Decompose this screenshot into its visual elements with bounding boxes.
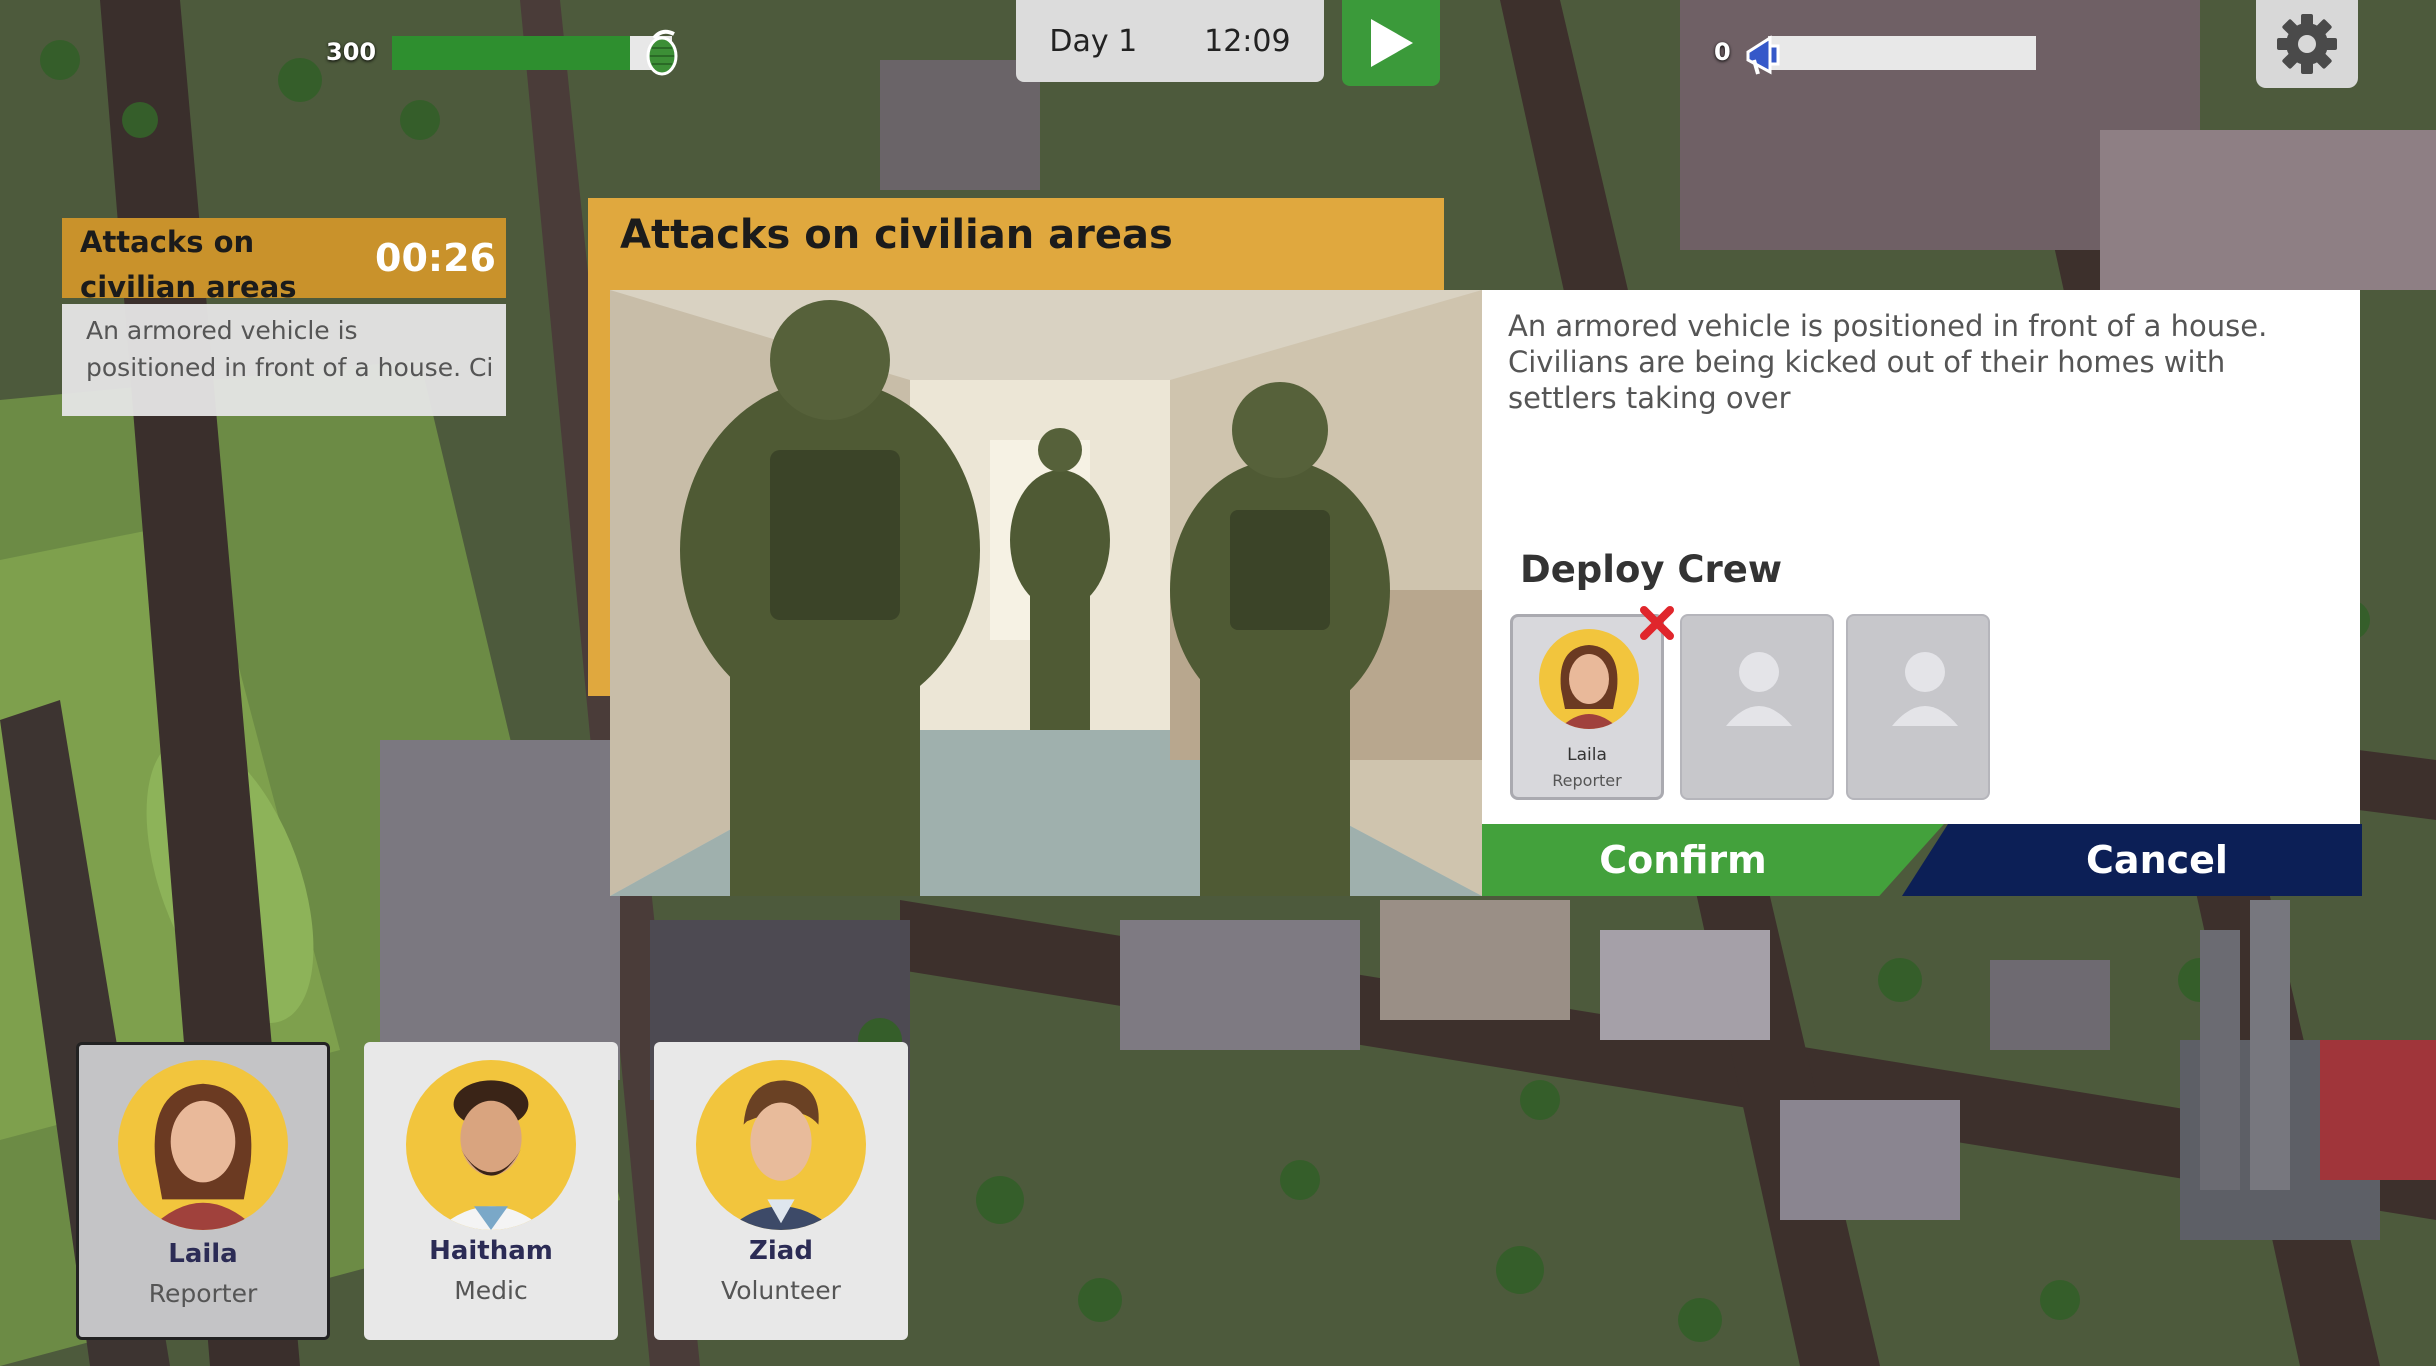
settings-button[interactable]	[2256, 0, 2358, 88]
crew-role: Medic	[454, 1276, 528, 1305]
crew-role: Volunteer	[721, 1276, 841, 1305]
time-label: 12:09	[1204, 23, 1291, 59]
cancel-button[interactable]: Cancel	[1902, 824, 2362, 896]
play-button[interactable]	[1342, 0, 1440, 86]
deploy-slot-2[interactable]	[1680, 614, 1834, 800]
crew-card-laila[interactable]: Laila Reporter	[76, 1042, 330, 1340]
threat-counter: 300	[326, 38, 377, 66]
person-placeholder-icon	[1726, 652, 1792, 726]
event-card-title: Attacks on civilian areas	[80, 225, 297, 304]
media-counter: 0	[1714, 38, 1731, 66]
crew-card-haitham[interactable]: Haitham Medic	[364, 1042, 618, 1340]
event-card[interactable]: Attacks on civilian areas 00:26	[62, 218, 506, 304]
media-progress-bar	[1768, 36, 2036, 70]
event-card-preview-line1: An armored vehicle is	[86, 316, 358, 345]
gear-icon	[2277, 14, 2337, 74]
event-card-preview: An armored vehicle is positioned in fron…	[62, 304, 506, 416]
avatar	[406, 1060, 576, 1230]
crew-role: Reporter	[148, 1279, 258, 1308]
deploy-slot-name: Laila	[1567, 745, 1607, 765]
play-icon	[1371, 19, 1413, 67]
day-clock: Day 1 12:09	[1016, 0, 1324, 82]
event-description: An armored vehicle is positioned in fron…	[1508, 309, 2268, 415]
remove-crew-icon[interactable]	[1636, 602, 1678, 644]
threat-progress-fill	[392, 36, 630, 70]
person-placeholder-icon	[1892, 652, 1958, 726]
megaphone-icon	[1740, 28, 1796, 84]
event-card-timer: 00:26	[375, 236, 496, 280]
crew-card-ziad[interactable]: Ziad Volunteer	[654, 1042, 908, 1340]
crew-name: Laila	[168, 1239, 238, 1269]
deploy-crew-title: Deploy Crew	[1520, 548, 1783, 591]
crew-name: Ziad	[749, 1236, 813, 1266]
grenade-icon	[634, 24, 690, 80]
avatar	[118, 1060, 288, 1230]
avatar	[1539, 629, 1639, 729]
event-illustration	[610, 290, 1482, 896]
event-card-preview-line2: positioned in front of a house. Ci	[86, 353, 494, 382]
threat-progress-bar	[392, 36, 672, 70]
confirm-button[interactable]: Confirm	[1482, 824, 1944, 896]
deploy-slot-role: Reporter	[1552, 771, 1622, 790]
crew-name: Haitham	[429, 1236, 553, 1266]
avatar	[696, 1060, 866, 1230]
day-label: Day 1	[1049, 23, 1138, 59]
event-modal-title: Attacks on civilian areas	[620, 212, 1173, 258]
deploy-slot-3[interactable]	[1846, 614, 1990, 800]
